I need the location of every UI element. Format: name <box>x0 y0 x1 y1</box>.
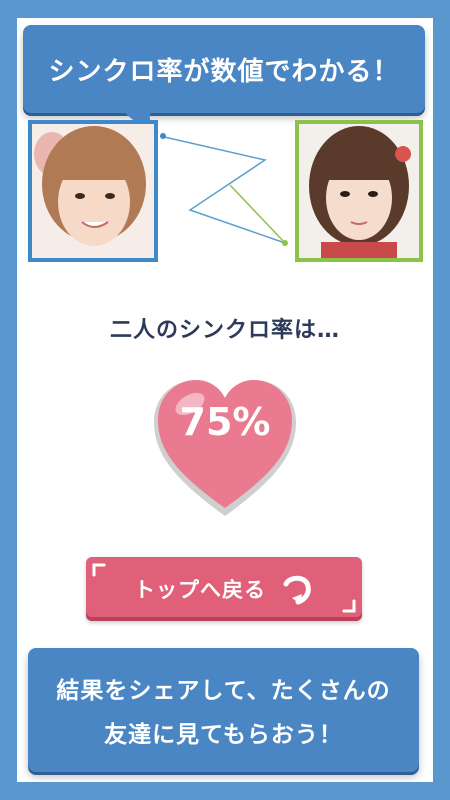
sync-rate-value: 75% <box>179 400 271 444</box>
heart-badge: 75% <box>150 370 300 520</box>
heart-icon <box>154 380 296 516</box>
share-line-1: 結果をシェアして、たくさんの <box>56 678 391 704</box>
left-face-photo <box>28 120 158 262</box>
back-to-top-button[interactable]: トップへ戻る <box>86 557 362 621</box>
sync-rate-label: 二人のシンクロ率は… <box>109 318 340 343</box>
corner-decoration-icon <box>342 599 356 613</box>
left-face-image <box>32 124 154 258</box>
back-to-top-label: トップへ戻る <box>134 578 266 602</box>
right-face-photo <box>295 120 423 262</box>
right-face-image <box>299 124 419 258</box>
share-result-button[interactable]: 結果をシェアして、たくさんの 友達に見てもらおう！ <box>28 648 419 772</box>
share-line-2: 友達に見てもらおう！ <box>104 722 343 748</box>
return-arrow-icon <box>283 575 311 605</box>
corner-decoration-icon <box>92 563 106 577</box>
